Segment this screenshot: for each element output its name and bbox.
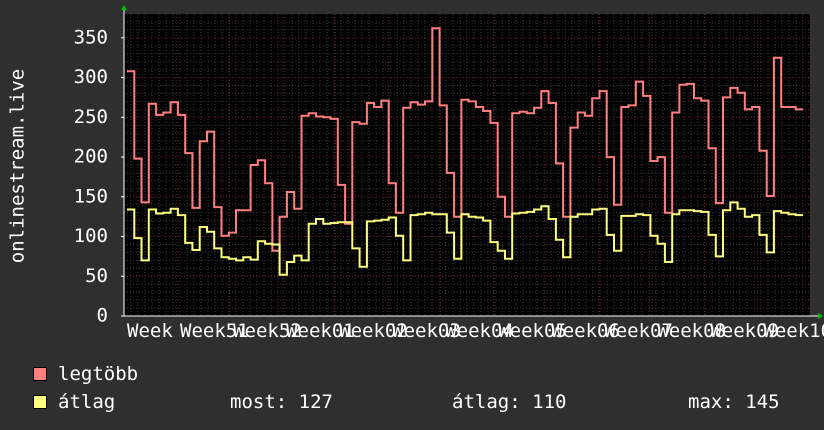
legend-avg-swatch — [33, 395, 47, 409]
y-tick-labels: 0 50 100 150 200 250 300 350 — [74, 26, 108, 326]
y-tick-label: 350 — [74, 26, 108, 48]
x-tick-label: Week — [127, 320, 173, 342]
y-tick-label: 100 — [74, 225, 108, 247]
stat-average: átlag: 110 — [452, 391, 567, 413]
y-tick-label: 50 — [85, 265, 108, 287]
y-tick-label: 250 — [74, 106, 108, 128]
stat-now: most: 127 — [230, 391, 333, 413]
legend-avg-label: átlag — [58, 391, 116, 413]
y-tick-label: 200 — [74, 146, 108, 168]
legend-max-swatch — [33, 367, 47, 381]
y-axis-label: onlinestream.live — [7, 69, 29, 263]
x-tick-labels: Week Week51Week52Week01Week02Week03Week04… — [127, 320, 824, 342]
x-axis-arrow — [818, 313, 823, 319]
stat-max: max: 145 — [688, 391, 780, 413]
y-axis-arrow — [121, 5, 127, 10]
y-tick-label: 150 — [74, 185, 108, 207]
y-tick-label: 0 — [97, 305, 108, 327]
y-tick-label: 300 — [74, 66, 108, 88]
x-tick-label: Week10 — [763, 320, 824, 342]
legend-max-label: legtöbb — [58, 363, 139, 385]
